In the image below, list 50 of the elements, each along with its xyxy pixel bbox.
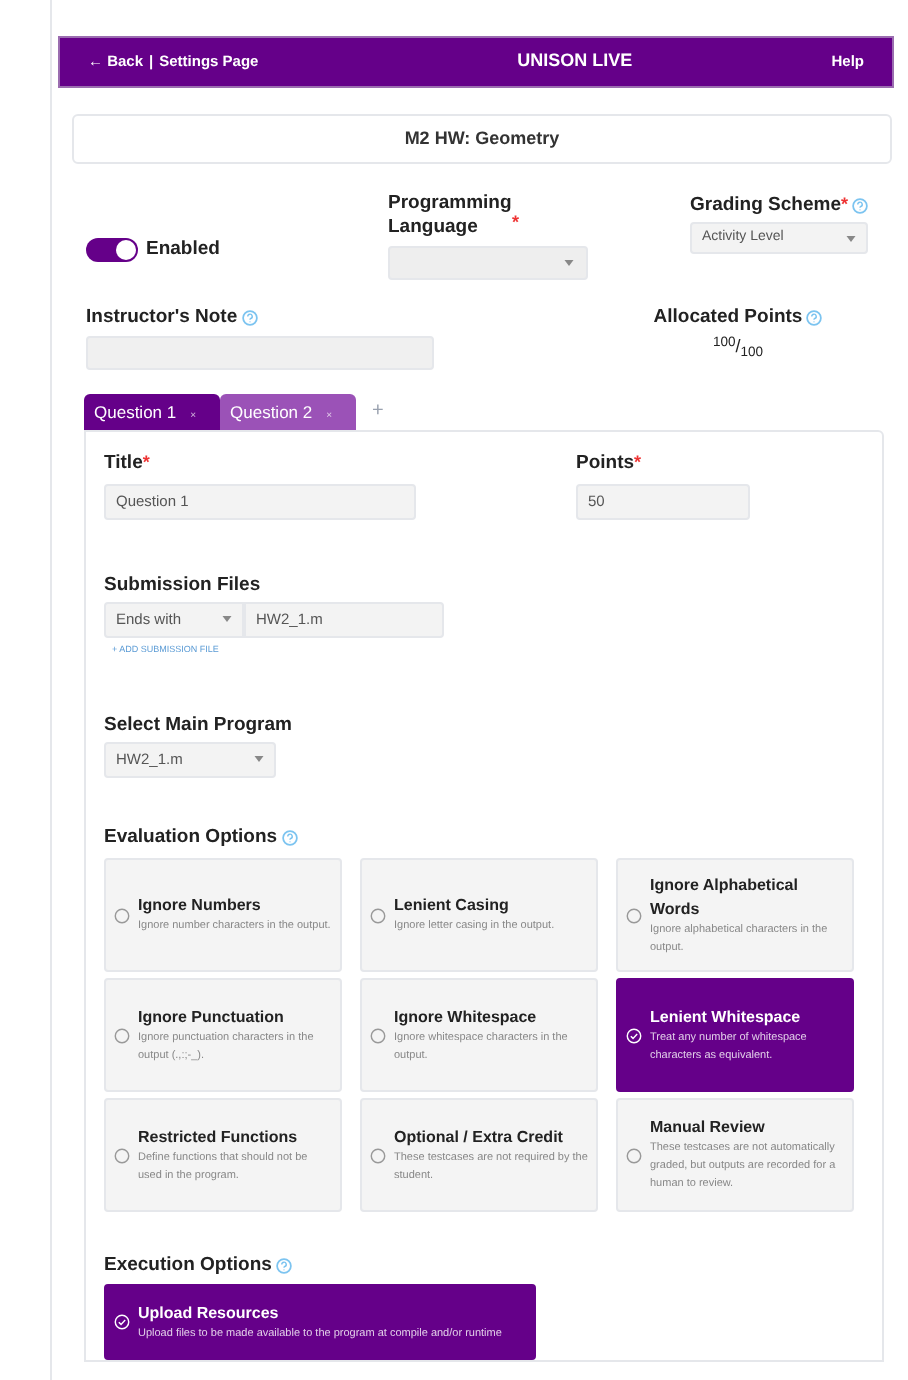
required-mark: * xyxy=(142,450,150,477)
help-icon[interactable] xyxy=(241,310,258,327)
help-icon[interactable] xyxy=(806,310,823,327)
field-label: Title xyxy=(104,450,143,479)
option-title: Ignore Whitespace xyxy=(394,1005,539,1029)
field-label: Execution Options xyxy=(104,1252,272,1280)
field-label: Submission Files xyxy=(104,571,261,599)
check-circle-icon xyxy=(626,1027,642,1043)
field-label: Select Main Program xyxy=(104,711,292,739)
radio-icon xyxy=(370,907,386,923)
toggle-switch[interactable] xyxy=(86,238,138,263)
radio-icon xyxy=(114,1147,130,1163)
language-select[interactable] xyxy=(388,246,588,280)
option-title: Ignore Punctuation xyxy=(138,1005,286,1029)
caret-icon xyxy=(222,616,232,623)
check-circle-icon xyxy=(114,1314,130,1331)
option-title: Manual Review xyxy=(650,1116,767,1140)
radio-icon xyxy=(626,1147,642,1163)
option-title: Ignore Alphabetical Words xyxy=(650,873,800,921)
option-title: Lenient Casing xyxy=(394,894,511,918)
help-icon[interactable] xyxy=(852,198,869,215)
caret-icon xyxy=(564,260,574,266)
option-title: Optional / Extra Credit xyxy=(394,1125,565,1149)
points-total: $^{100}$/$_{100}$ xyxy=(712,334,764,362)
required-mark: * xyxy=(512,212,520,234)
radio-icon xyxy=(370,1147,386,1163)
field-label: Grading Scheme xyxy=(690,192,841,220)
note-field[interactable] xyxy=(86,336,434,371)
radio-icon xyxy=(626,907,642,923)
help-icon[interactable] xyxy=(281,829,298,846)
toggle-label: Enabled xyxy=(146,236,220,264)
required-mark: * xyxy=(841,192,849,218)
option-title: Lenient Whitespace xyxy=(650,1005,803,1029)
field-label: Allocated Points xyxy=(653,304,803,332)
help-icon[interactable] xyxy=(275,1258,292,1275)
app-title: UNISON LIVE xyxy=(515,48,635,75)
option-title: Upload Resources xyxy=(138,1301,281,1326)
field-label: Points xyxy=(576,450,635,479)
radio-icon xyxy=(114,1027,130,1043)
field-label: Evaluation Options xyxy=(104,823,278,852)
option-title: Ignore Numbers xyxy=(138,894,263,918)
field-label: Programming Language xyxy=(388,192,512,240)
radio-icon xyxy=(114,907,130,923)
option-title: Restricted Functions xyxy=(138,1125,300,1149)
caret-icon xyxy=(846,235,856,242)
radio-icon xyxy=(370,1027,386,1043)
required-mark: * xyxy=(634,450,642,477)
field-label: Instructor's Note xyxy=(86,304,238,332)
caret-icon xyxy=(254,756,264,763)
assignment-title: M2 HW: Geometry xyxy=(404,125,560,152)
